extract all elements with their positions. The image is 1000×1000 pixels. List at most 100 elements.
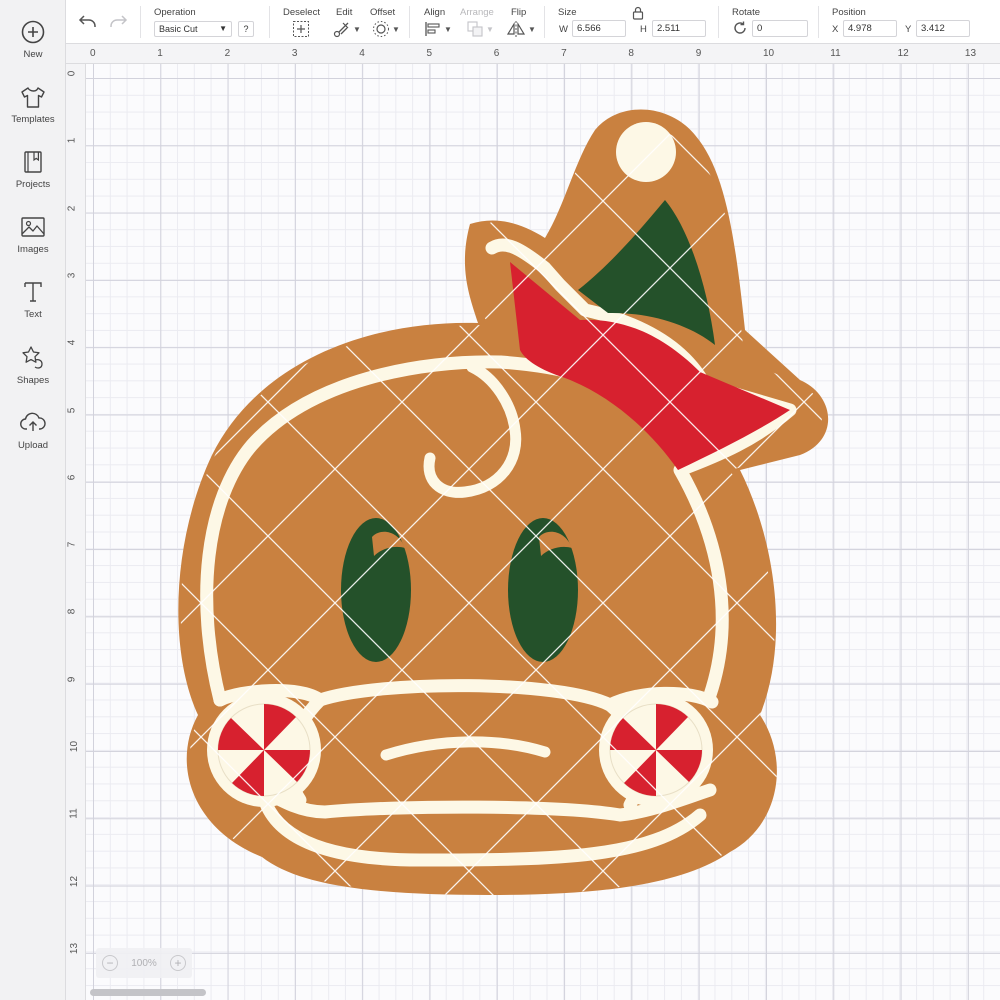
zoom-control: − 100% + (96, 948, 192, 978)
sidebar-item-label: Images (17, 244, 49, 255)
chevron-down-icon: ▼ (392, 24, 400, 34)
y-label: Y (905, 24, 912, 35)
y-position-field[interactable]: 3.412 (916, 20, 970, 37)
zoom-in-button[interactable]: + (169, 955, 186, 971)
align-left-icon (425, 22, 440, 36)
rotate-value: 0 (757, 23, 763, 34)
rotate-icon-button[interactable] (732, 20, 748, 36)
flip-icon (506, 21, 526, 37)
align-button[interactable]: ▼ (424, 20, 452, 38)
zoom-level: 100% (131, 957, 157, 969)
sidebar-item-projects[interactable]: Projects (0, 144, 66, 202)
ruler-tick-label: 7 (66, 541, 78, 548)
edit-label: Edit (336, 7, 353, 18)
horizontal-ruler: 0 1 2 3 4 5 6 7 8 9 10 11 12 13 (66, 44, 1000, 64)
cloud-upload-icon (20, 412, 46, 431)
aspect-lock-button[interactable] (632, 6, 644, 20)
operation-value: Basic Cut (159, 24, 198, 34)
ruler-tick-label: 5 (66, 407, 78, 413)
sidebar-item-new[interactable]: New (0, 14, 66, 72)
arrange-label: Arrange (460, 7, 494, 18)
rotate-field[interactable]: 0 (752, 20, 808, 37)
deselect-button[interactable] (292, 20, 310, 38)
bookmark-book-icon (24, 151, 42, 173)
chevron-down-icon: ▼ (353, 24, 361, 34)
top-toolbar: Operation Basic Cut ▼ ? Deselect Edit ▼ … (66, 0, 1000, 44)
sidebar-item-label: Text (24, 309, 42, 320)
ruler-tick-label: 3 (291, 48, 298, 59)
edit-scissors-pencil-icon (333, 22, 349, 38)
flip-button[interactable]: ▼ (506, 20, 536, 38)
height-field[interactable]: 2.511 (652, 20, 706, 37)
operation-help-button[interactable]: ? (238, 21, 254, 37)
offset-label: Offset (370, 7, 396, 18)
deselect-label: Deselect (283, 7, 320, 18)
zoom-out-button[interactable]: − (102, 955, 118, 971)
offset-button[interactable]: ▼ (372, 20, 400, 38)
toolbar-divider (718, 6, 719, 38)
horizontal-scrollbar[interactable] (90, 989, 206, 996)
ruler-tick-label: 11 (830, 48, 841, 59)
arrange-icon (467, 21, 483, 37)
ruler-tick-label: 10 (69, 740, 81, 753)
flip-label: Flip (511, 7, 527, 18)
ruler-tick-label: 1 (66, 138, 78, 144)
toolbar-divider (409, 6, 410, 38)
ruler-tick-label: 2 (66, 205, 78, 211)
operation-label: Operation (154, 7, 196, 18)
ruler-tick-label: 0 (66, 70, 78, 77)
ruler-tick-label: 12 (897, 48, 909, 59)
width-label: W (559, 24, 568, 35)
lock-icon (632, 6, 644, 20)
image-icon (21, 217, 45, 237)
toolbar-divider (544, 6, 545, 38)
sidebar-item-upload[interactable]: Upload (0, 405, 66, 463)
operation-select[interactable]: Basic Cut ▼ (154, 21, 232, 37)
redo-button[interactable] (108, 12, 128, 30)
tshirt-icon (21, 87, 45, 108)
toolbar-divider (818, 6, 819, 38)
deselect-icon (293, 21, 309, 37)
edit-button[interactable]: ▼ (333, 20, 361, 38)
gingerbread-face-design[interactable] (86, 64, 1000, 1000)
size-label: Size (558, 7, 577, 18)
ruler-tick-label: 8 (66, 609, 78, 615)
sidebar-item-label: Templates (11, 114, 55, 125)
toolbar-divider (269, 6, 270, 38)
ruler-tick-label: 13 (964, 48, 977, 59)
undo-button[interactable] (78, 12, 98, 30)
undo-icon (78, 15, 96, 27)
chevron-down-icon: ▼ (486, 24, 494, 34)
width-field[interactable]: 6.566 (572, 20, 626, 37)
x-label: X (832, 24, 839, 35)
ruler-tick-label: 11 (68, 808, 80, 819)
vertical-ruler: 0 1 2 3 4 5 6 7 8 9 10 11 12 13 (66, 64, 86, 1000)
ruler-tick-label: 4 (359, 48, 365, 59)
sidebar-item-label: Projects (15, 179, 51, 190)
ruler-tick-label: 3 (66, 272, 78, 279)
offset-icon (373, 21, 389, 37)
ruler-tick-label: 5 (426, 48, 433, 59)
ruler-tick-label: 10 (763, 48, 775, 59)
chevron-down-icon: ▼ (219, 24, 227, 33)
ruler-tick-label: 12 (69, 875, 81, 887)
text-t-icon (24, 282, 42, 302)
sidebar-item-images[interactable]: Images (0, 209, 66, 267)
arrange-button[interactable]: ▼ (466, 20, 494, 38)
plus-circle-icon (21, 20, 45, 44)
rotate-label: Rotate (732, 7, 760, 18)
ruler-tick-label: 1 (157, 48, 163, 59)
sidebar-item-label: Shapes (16, 375, 50, 386)
sidebar-item-text[interactable]: Text (0, 274, 66, 332)
ruler-tick-label: 13 (69, 942, 81, 954)
sidebar-item-templates[interactable]: Templates (0, 79, 66, 137)
ruler-tick-label: 6 (66, 474, 78, 481)
ruler-tick-label: 6 (493, 48, 500, 59)
ruler-tick-label: 9 (695, 48, 702, 59)
toolbar-divider (140, 6, 141, 38)
sidebar-item-label: Upload (17, 440, 49, 451)
x-position-field[interactable]: 4.978 (843, 20, 897, 37)
sidebar-item-shapes[interactable]: Shapes (0, 340, 66, 398)
shapes-icon (22, 346, 43, 369)
design-canvas[interactable] (86, 64, 1000, 1000)
